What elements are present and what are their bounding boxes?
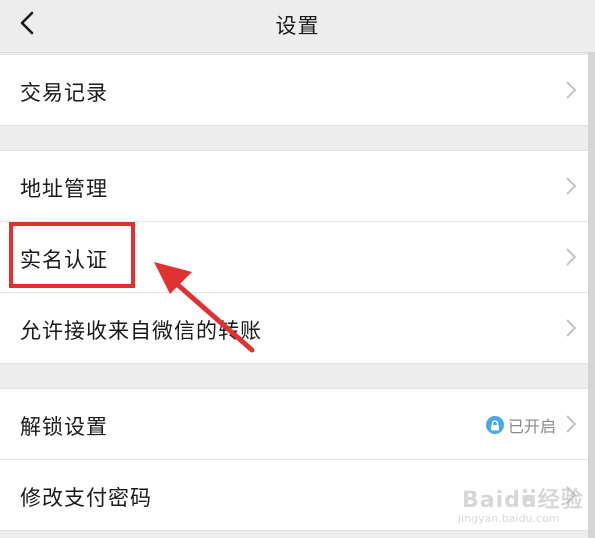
menu-item-unlock-settings[interactable]: 解锁设置 已开启 (0, 389, 588, 460)
menu-item-label: 修改支付密码 (20, 486, 152, 510)
highlight-box (9, 222, 135, 288)
menu-item-transaction-records[interactable]: 交易记录 (0, 55, 588, 125)
chevron-right-icon (566, 319, 577, 337)
chevron-right-icon (566, 248, 577, 266)
chevron-right-icon (566, 177, 577, 195)
menu-item-label: 解锁设置 (20, 415, 108, 439)
menu-item-allow-wechat-transfers[interactable]: 允许接收来自微信的转账 (0, 293, 588, 363)
scrollbar[interactable] (588, 52, 595, 538)
menu-item-label: 交易记录 (20, 81, 108, 105)
lock-icon (485, 416, 504, 434)
chevron-right-icon (566, 486, 577, 504)
menu-item-label: 地址管理 (20, 177, 108, 201)
page-title: 设置 (275, 14, 320, 38)
chevron-right-icon (566, 81, 577, 99)
menu-item-address-management[interactable]: 地址管理 (0, 151, 588, 222)
menu-item-label: 允许接收来自微信的转账 (20, 319, 262, 343)
settings-group-1: 交易记录 (0, 54, 588, 126)
chevron-right-icon (566, 415, 577, 433)
status-text: 已开启 (507, 417, 556, 436)
menu-item-change-payment-password[interactable]: 修改支付密码 (0, 460, 588, 530)
unlock-status: 已开启 (485, 413, 556, 437)
settings-group-3: 解锁设置 已开启 修改支付密码 (0, 388, 588, 531)
nav-bar: 设置 (0, 0, 595, 53)
